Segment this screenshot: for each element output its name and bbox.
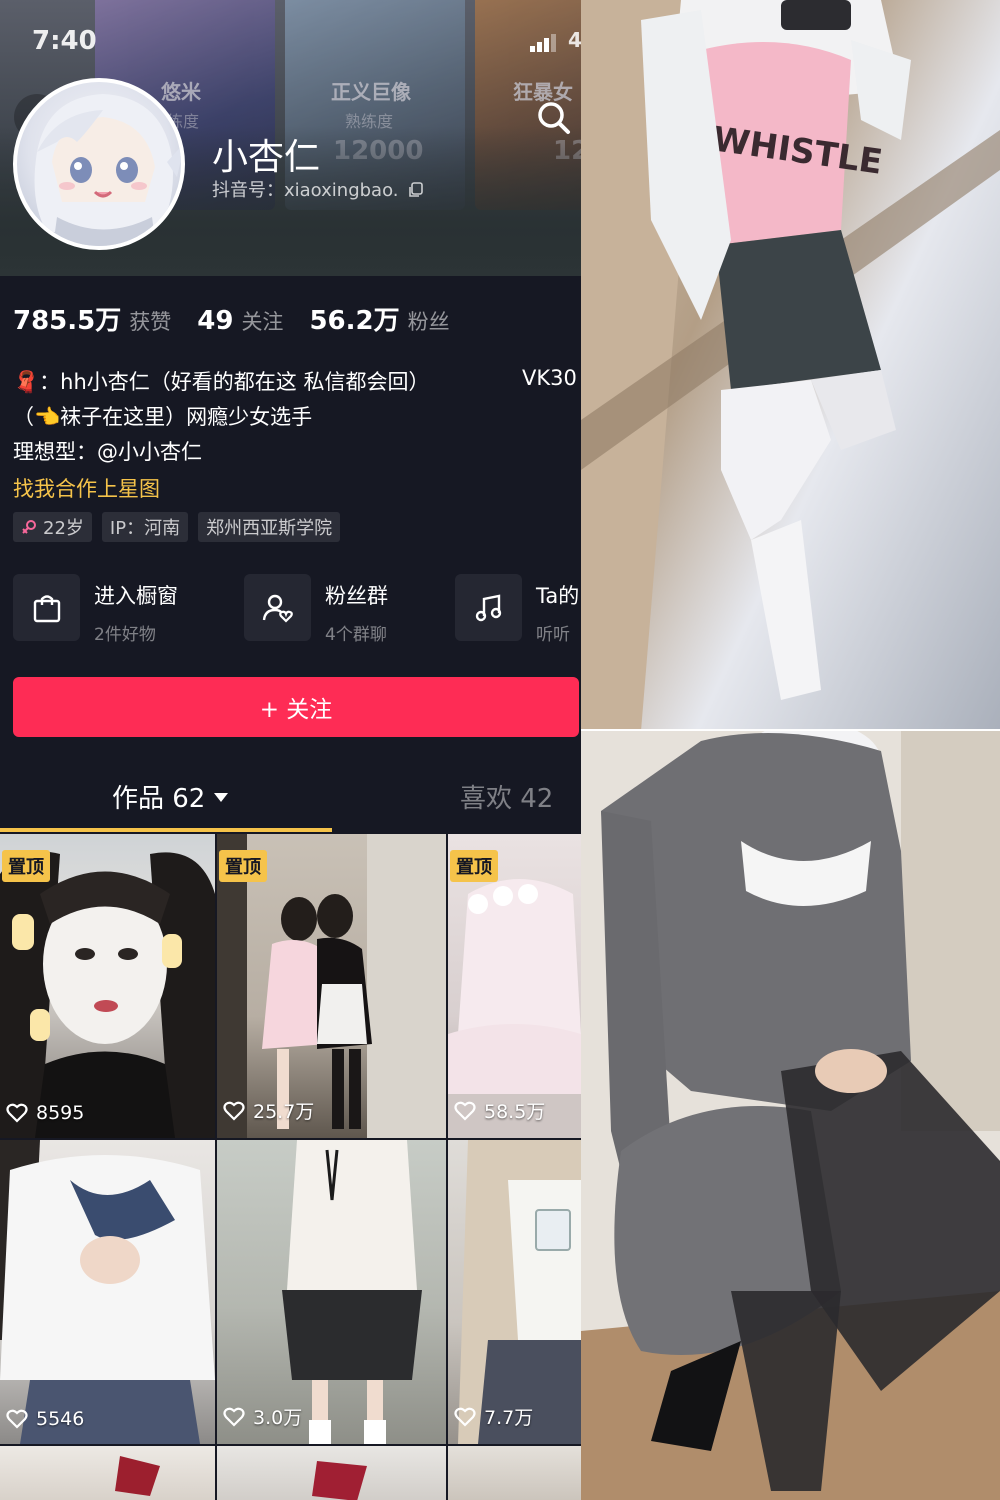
like-count: 7.7万 [454, 1403, 533, 1430]
status-time: 7:40 [32, 26, 97, 56]
follow-button[interactable]: + 关注 [13, 677, 579, 737]
photo-content: WHISTLE [581, 0, 1000, 731]
tab-works[interactable]: 作品 62 [112, 778, 229, 815]
video-thumbnail[interactable]: 置顶 58.5万 [448, 834, 581, 1138]
stat-followers[interactable]: 56.2万 粉丝 [309, 300, 449, 337]
entry-title: 粉丝群 [325, 584, 388, 608]
entry-title: 进入橱窗 [94, 584, 178, 608]
thumbnail-photo [0, 1140, 215, 1444]
tab-likes[interactable]: 喜欢 42 [460, 778, 553, 815]
female-icon [22, 520, 36, 534]
avatar[interactable] [13, 78, 185, 250]
heart-icon [454, 1101, 476, 1121]
tab-works-label: 作品 62 [112, 784, 206, 814]
thumbnail-photo [282, 1140, 422, 1444]
music-note-icon [455, 574, 522, 641]
profile-stats: 785.5万 获赞 49 关注 56.2万 粉丝 [13, 300, 476, 337]
collaboration-link[interactable]: 找我合作上星图 [13, 473, 160, 503]
heart-icon [6, 1103, 28, 1123]
profile-screen: 悠米 熟练度 正义巨像 熟练度 12000 狂暴女 120 7:40 4 [0, 0, 581, 1500]
pinned-badge: 置顶 [2, 850, 50, 882]
video-thumbnail[interactable] [217, 1446, 446, 1500]
video-thumbnail[interactable]: 置顶 25.7万 [217, 834, 446, 1138]
like-count-text: 58.5万 [484, 1101, 546, 1123]
thumbnail-photo [312, 1461, 367, 1500]
video-thumbnail[interactable]: 7.7万 [448, 1140, 581, 1444]
battery-level: 4 [568, 28, 581, 52]
fan-group-icon [244, 574, 311, 641]
music-entry[interactable]: Ta的 听听 [455, 574, 579, 646]
bio-line: （👈袜子在这里）网瘾少女选手 [13, 405, 313, 429]
ip-tag: IP：河南 [101, 512, 189, 542]
stat-label: 关注 [241, 310, 284, 334]
entry-subtitle: 4个群聊 [325, 625, 387, 645]
profile-entries: 进入橱窗 2件好物 粉丝群 4个群聊 Ta的 听听 [13, 574, 581, 646]
like-count: 5546 [6, 1408, 84, 1430]
heart-icon [223, 1407, 245, 1427]
pinned-badge: 置顶 [450, 850, 498, 882]
video-thumbnail[interactable]: 3.0万 [217, 1140, 446, 1444]
douyin-id-text: 抖音号：xiaoxingbao. [212, 180, 399, 201]
douyin-id[interactable]: 抖音号：xiaoxingbao. [212, 176, 424, 202]
stat-following[interactable]: 49 关注 [197, 306, 283, 336]
heart-icon [454, 1407, 476, 1427]
shopping-bag-icon [13, 574, 80, 641]
banner-card-name: 悠米 [161, 80, 201, 104]
like-count: 58.5万 [454, 1097, 545, 1124]
school-text: 郑州西亚斯学院 [206, 518, 333, 539]
video-thumbnail[interactable]: 置顶 8595 [0, 834, 215, 1138]
stat-label: 获赞 [129, 310, 172, 334]
signal-icon [530, 34, 556, 52]
bio-line-extra: VK30 [522, 366, 577, 390]
age-text: 22岁 [43, 518, 84, 539]
entry-title: Ta的 [536, 584, 580, 608]
entry-subtitle: 听听 [536, 625, 570, 645]
like-count-text: 8595 [36, 1102, 85, 1124]
like-count: 8595 [6, 1102, 84, 1124]
entry-subtitle: 2件好物 [94, 625, 156, 645]
copy-icon[interactable] [408, 182, 424, 198]
video-thumbnail[interactable]: 5546 [0, 1140, 215, 1444]
like-count: 3.0万 [223, 1403, 302, 1430]
bio-line: 🧣：hh小杏仁（好看的都在这 私信都会回） [13, 370, 430, 394]
photo-mirror-selfie: WHISTLE [581, 0, 1000, 731]
caret-down-icon [214, 792, 229, 802]
tab-indicator [0, 828, 332, 832]
bio-line[interactable]: 理想型：@小小杏仁 [13, 436, 202, 466]
profile-tags: 22岁 IP：河南 郑州西亚斯学院 [13, 512, 341, 542]
video-thumbnail[interactable] [0, 1446, 215, 1500]
stat-likes[interactable]: 785.5万 获赞 [13, 300, 171, 337]
stat-number: 49 [197, 306, 234, 336]
video-thumbnail[interactable] [448, 1446, 581, 1500]
stat-number: 785.5万 [13, 306, 122, 336]
photo-content [581, 731, 1000, 1500]
thumbnail-photo [458, 1140, 581, 1444]
school-tag[interactable]: 郑州西亚斯学院 [198, 512, 341, 542]
banner-card-name: 正义巨像 [331, 80, 411, 104]
stat-number: 56.2万 [309, 306, 400, 336]
search-icon[interactable] [534, 98, 574, 138]
thumbnail-photo [115, 1456, 160, 1496]
age-tag: 22岁 [13, 512, 92, 542]
heart-icon [6, 1409, 28, 1429]
stat-label: 粉丝 [407, 310, 450, 334]
pinned-badge: 置顶 [219, 850, 267, 882]
fan-group-entry[interactable]: 粉丝群 4个群聊 [244, 574, 388, 646]
like-count-text: 7.7万 [484, 1407, 534, 1429]
anime-avatar-illustration [34, 94, 181, 246]
like-count-text: 5546 [36, 1408, 85, 1430]
nickname: 小杏仁 [212, 137, 321, 178]
like-count: 25.7万 [223, 1097, 314, 1124]
ip-text: IP：河南 [109, 518, 181, 539]
like-count-text: 3.0万 [253, 1407, 303, 1429]
like-count-text: 25.7万 [253, 1101, 315, 1123]
heart-icon [223, 1101, 245, 1121]
photo-grey-dress [581, 731, 1000, 1500]
screenshot-collage: 悠米 熟练度 正义巨像 熟练度 12000 狂暴女 120 7:40 4 [0, 0, 1000, 1500]
shop-window-entry[interactable]: 进入橱窗 2件好物 [13, 574, 178, 646]
